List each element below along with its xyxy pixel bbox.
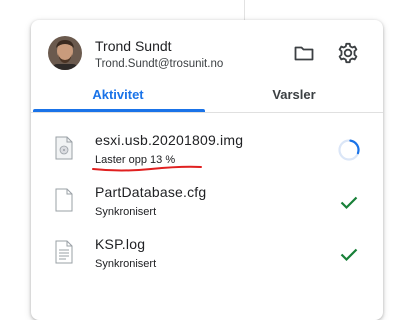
tab-aktivitet[interactable]: Aktivitet — [31, 80, 205, 112]
disk-image-file-icon — [55, 136, 73, 160]
file-row[interactable]: esxi.usb.20201809.img Laster opp 13 % — [31, 126, 383, 174]
blank-file-icon — [55, 188, 73, 212]
user-email: Trond.Sundt@trosunit.no — [95, 58, 224, 70]
file-row[interactable]: PartDatabase.cfg Synkronisert — [31, 178, 383, 226]
tab-varsler[interactable]: Varsler — [205, 80, 383, 111]
checkmark-icon — [337, 190, 361, 214]
upload-progress-spinner — [337, 138, 361, 162]
text-file-icon — [55, 240, 73, 264]
sync-activity-panel: Trond Sundt Trond.Sundt@trosunit.no Akti… — [31, 20, 383, 320]
file-name: KSP.log — [95, 236, 146, 252]
user-name: Trond Sundt — [95, 38, 172, 54]
folder-icon[interactable] — [292, 41, 316, 65]
avatar[interactable] — [48, 36, 82, 70]
tab-bar: Aktivitet Varsler — [31, 80, 383, 112]
tabs-divider — [31, 112, 383, 113]
file-name: PartDatabase.cfg — [95, 184, 207, 200]
file-name: esxi.usb.20201809.img — [95, 132, 244, 148]
sync-status: Synkronisert — [95, 206, 157, 218]
file-row[interactable]: KSP.log Synkronisert — [31, 230, 383, 278]
sync-status: Synkronisert — [95, 258, 157, 270]
annotation-underline — [92, 165, 202, 172]
checkmark-icon — [337, 242, 361, 266]
gear-icon[interactable] — [336, 41, 360, 65]
